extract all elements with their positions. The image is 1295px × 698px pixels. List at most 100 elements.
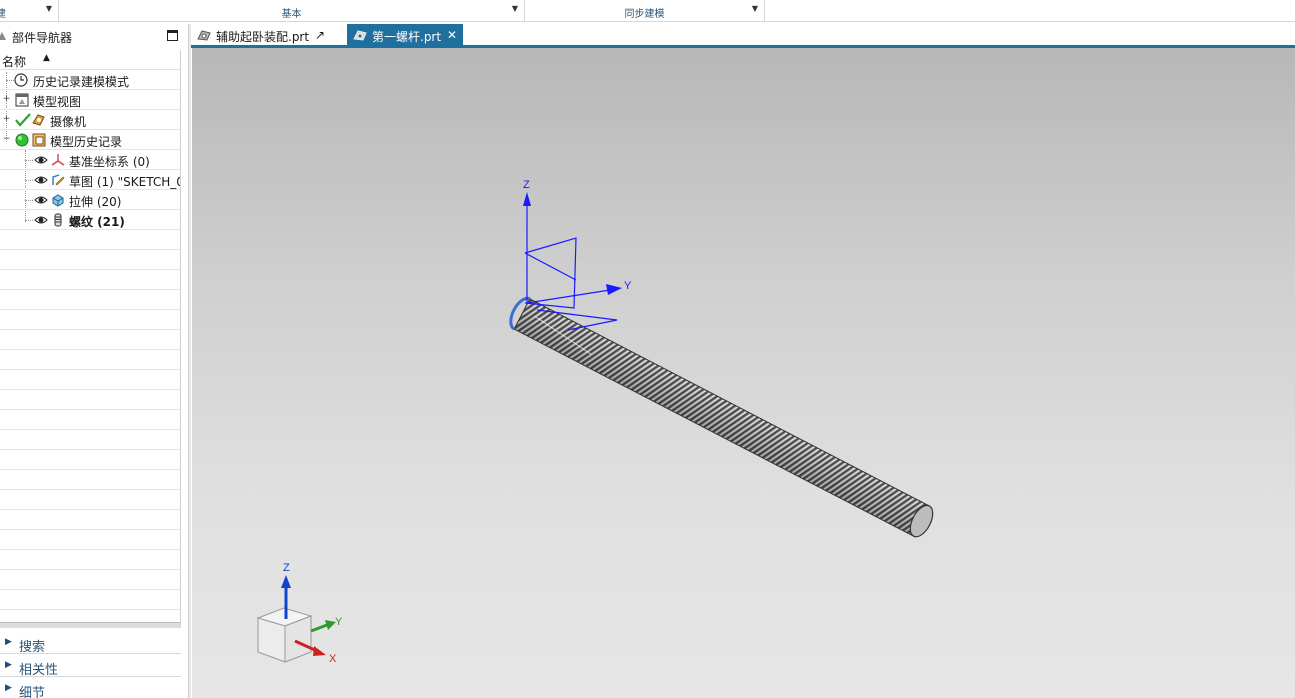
- checkmark-icon: [15, 113, 31, 127]
- model-history-icon: [32, 133, 46, 147]
- panel-splitter[interactable]: [0, 622, 181, 628]
- accordion-search[interactable]: ▶ 搜索: [0, 632, 181, 655]
- tab-label: 辅助起卧装配.prt: [216, 30, 310, 44]
- model-view-icon: [15, 93, 29, 107]
- tab-assembly[interactable]: 辅助起卧装配.prt ↗: [191, 24, 341, 46]
- empty-row: [0, 390, 180, 410]
- tree-connector: [25, 180, 33, 181]
- model-canvas[interactable]: Z Y Z Y X: [192, 48, 1295, 698]
- graphics-viewport[interactable]: Z Y Z Y X: [192, 48, 1295, 698]
- visibility-eye-icon[interactable]: [34, 193, 48, 207]
- dropdown-arrow-icon[interactable]: ▼: [512, 4, 518, 13]
- triad-cube-left: [257, 617, 286, 663]
- empty-row: [0, 530, 180, 550]
- csys-xz-plane: [524, 237, 577, 309]
- csys-z-label: Z: [523, 179, 530, 191]
- maximize-icon[interactable]: [167, 30, 178, 41]
- empty-row: [0, 230, 180, 250]
- tree-node-label: 模型视图: [33, 95, 82, 109]
- tree-node-label: 历史记录建模模式: [33, 75, 130, 89]
- visibility-eye-icon[interactable]: [34, 173, 48, 187]
- expand-arrow-icon: ▶: [5, 683, 12, 693]
- empty-row: [0, 250, 180, 270]
- empty-row: [0, 270, 180, 290]
- tree-node-cameras[interactable]: + 摄像机: [0, 110, 180, 130]
- tree-node-model-views[interactable]: + 模型视图: [0, 90, 180, 110]
- csys-plane-edge: [524, 252, 577, 281]
- tree-connector: [25, 160, 33, 161]
- document-tab-bar: 辅助起卧装配.prt ↗ 第一螺杆.prt ✕: [191, 24, 1295, 48]
- thread-icon: [54, 213, 62, 227]
- empty-row: [0, 570, 180, 590]
- tree-node-label: 模型历史记录: [50, 135, 123, 149]
- tree-node-extrude[interactable]: 拉伸 (20): [0, 190, 180, 210]
- tree-node-sketch[interactable]: 草图 (1) "SKETCH_0: [0, 170, 180, 190]
- panel-resize-divider[interactable]: [188, 24, 191, 698]
- accordion-label: 搜索: [19, 640, 46, 655]
- triad-x-label: X: [329, 653, 337, 665]
- csys-y-axis: [526, 289, 611, 304]
- ribbon-group-construct[interactable]: 建 ▼: [0, 0, 59, 22]
- tab-first-screw[interactable]: 第一螺杆.prt ✕: [347, 24, 463, 46]
- sketch-icon: [52, 174, 65, 186]
- expand-arrow-icon: ▶: [5, 660, 12, 670]
- status-ok-icon: [15, 133, 29, 147]
- rod-shading: [514, 298, 930, 537]
- external-link-icon[interactable]: ↗: [315, 28, 325, 42]
- empty-row: [0, 490, 180, 510]
- tree-connector: [6, 80, 14, 81]
- part-navigator-header: 部件导航器: [0, 24, 184, 48]
- tree-node-label: 基准坐标系 (0): [69, 155, 150, 169]
- accordion-label: 相关性: [19, 663, 59, 678]
- accordion-label: 细节: [19, 686, 46, 698]
- ribbon-group-label: 同步建模: [624, 9, 665, 20]
- empty-row: [0, 310, 180, 330]
- datum-csys-icon: [51, 154, 65, 166]
- triad-z-arrow-icon: [281, 575, 291, 588]
- empty-row: [0, 510, 180, 530]
- ribbon-group-label: 建: [0, 9, 6, 20]
- empty-row: [0, 550, 180, 570]
- empty-row: [0, 590, 180, 610]
- tree-node-history-mode[interactable]: 历史记录建模模式: [0, 70, 180, 90]
- visibility-eye-icon[interactable]: [34, 213, 48, 227]
- csys-y-arrow-icon: [606, 284, 622, 295]
- csys-y-label: Y: [624, 280, 632, 292]
- dropdown-arrow-icon[interactable]: ▼: [752, 4, 758, 13]
- tree-node-datum-csys[interactable]: 基准坐标系 (0): [0, 150, 180, 170]
- part-navigator-tree: 名称 ▲ 历史记录建模模式 + 模型视图 + 摄像机 − 模型历史记录 基准坐标…: [0, 50, 181, 622]
- triad-x-arrow-icon: [313, 646, 326, 656]
- accordion-dependencies[interactable]: ▶ 相关性: [0, 655, 181, 678]
- tree-node-label: 螺纹 (21): [69, 215, 125, 229]
- ribbon-group-sync-modeling[interactable]: 同步建模 ▼: [525, 0, 765, 22]
- visibility-eye-icon[interactable]: [34, 153, 48, 167]
- expand-arrow-icon: ▶: [5, 637, 12, 647]
- tab-label: 第一螺杆.prt: [372, 30, 442, 44]
- ribbon-group-strip: 建 ▼ 基本 ▼ 同步建模 ▼: [0, 0, 1295, 22]
- dropdown-arrow-icon[interactable]: ▼: [46, 4, 52, 13]
- close-icon[interactable]: ✕: [447, 28, 457, 42]
- expand-icon[interactable]: +: [2, 115, 11, 124]
- ribbon-group-basic[interactable]: 基本 ▼: [59, 0, 525, 22]
- accordion-details[interactable]: ▶ 细节: [0, 678, 181, 698]
- expand-icon[interactable]: +: [2, 95, 11, 104]
- tree-node-thread[interactable]: 螺纹 (21): [0, 210, 180, 230]
- threaded-rod-model[interactable]: [506, 295, 937, 541]
- sort-ascending-icon[interactable]: ▲: [43, 53, 50, 63]
- collapse-icon[interactable]: −: [2, 135, 11, 144]
- view-orientation-triad[interactable]: [256, 575, 336, 663]
- triad-y-label: Y: [335, 616, 343, 628]
- tree-node-label: 拉伸 (20): [69, 195, 122, 209]
- empty-row: [0, 410, 180, 430]
- empty-row: [0, 450, 180, 470]
- empty-row: [0, 610, 180, 622]
- column-header-name[interactable]: 名称 ▲: [0, 50, 180, 70]
- tree-connector: [25, 220, 33, 221]
- tree-node-model-history[interactable]: − 模型历史记录: [0, 130, 180, 150]
- empty-row: [0, 290, 180, 310]
- tree-node-label: 草图 (1) "SKETCH_0: [69, 175, 181, 189]
- tree-node-label: 摄像机: [50, 115, 87, 129]
- empty-row: [0, 430, 180, 450]
- column-header-label: 名称: [2, 55, 27, 69]
- camera-icon: [32, 114, 45, 126]
